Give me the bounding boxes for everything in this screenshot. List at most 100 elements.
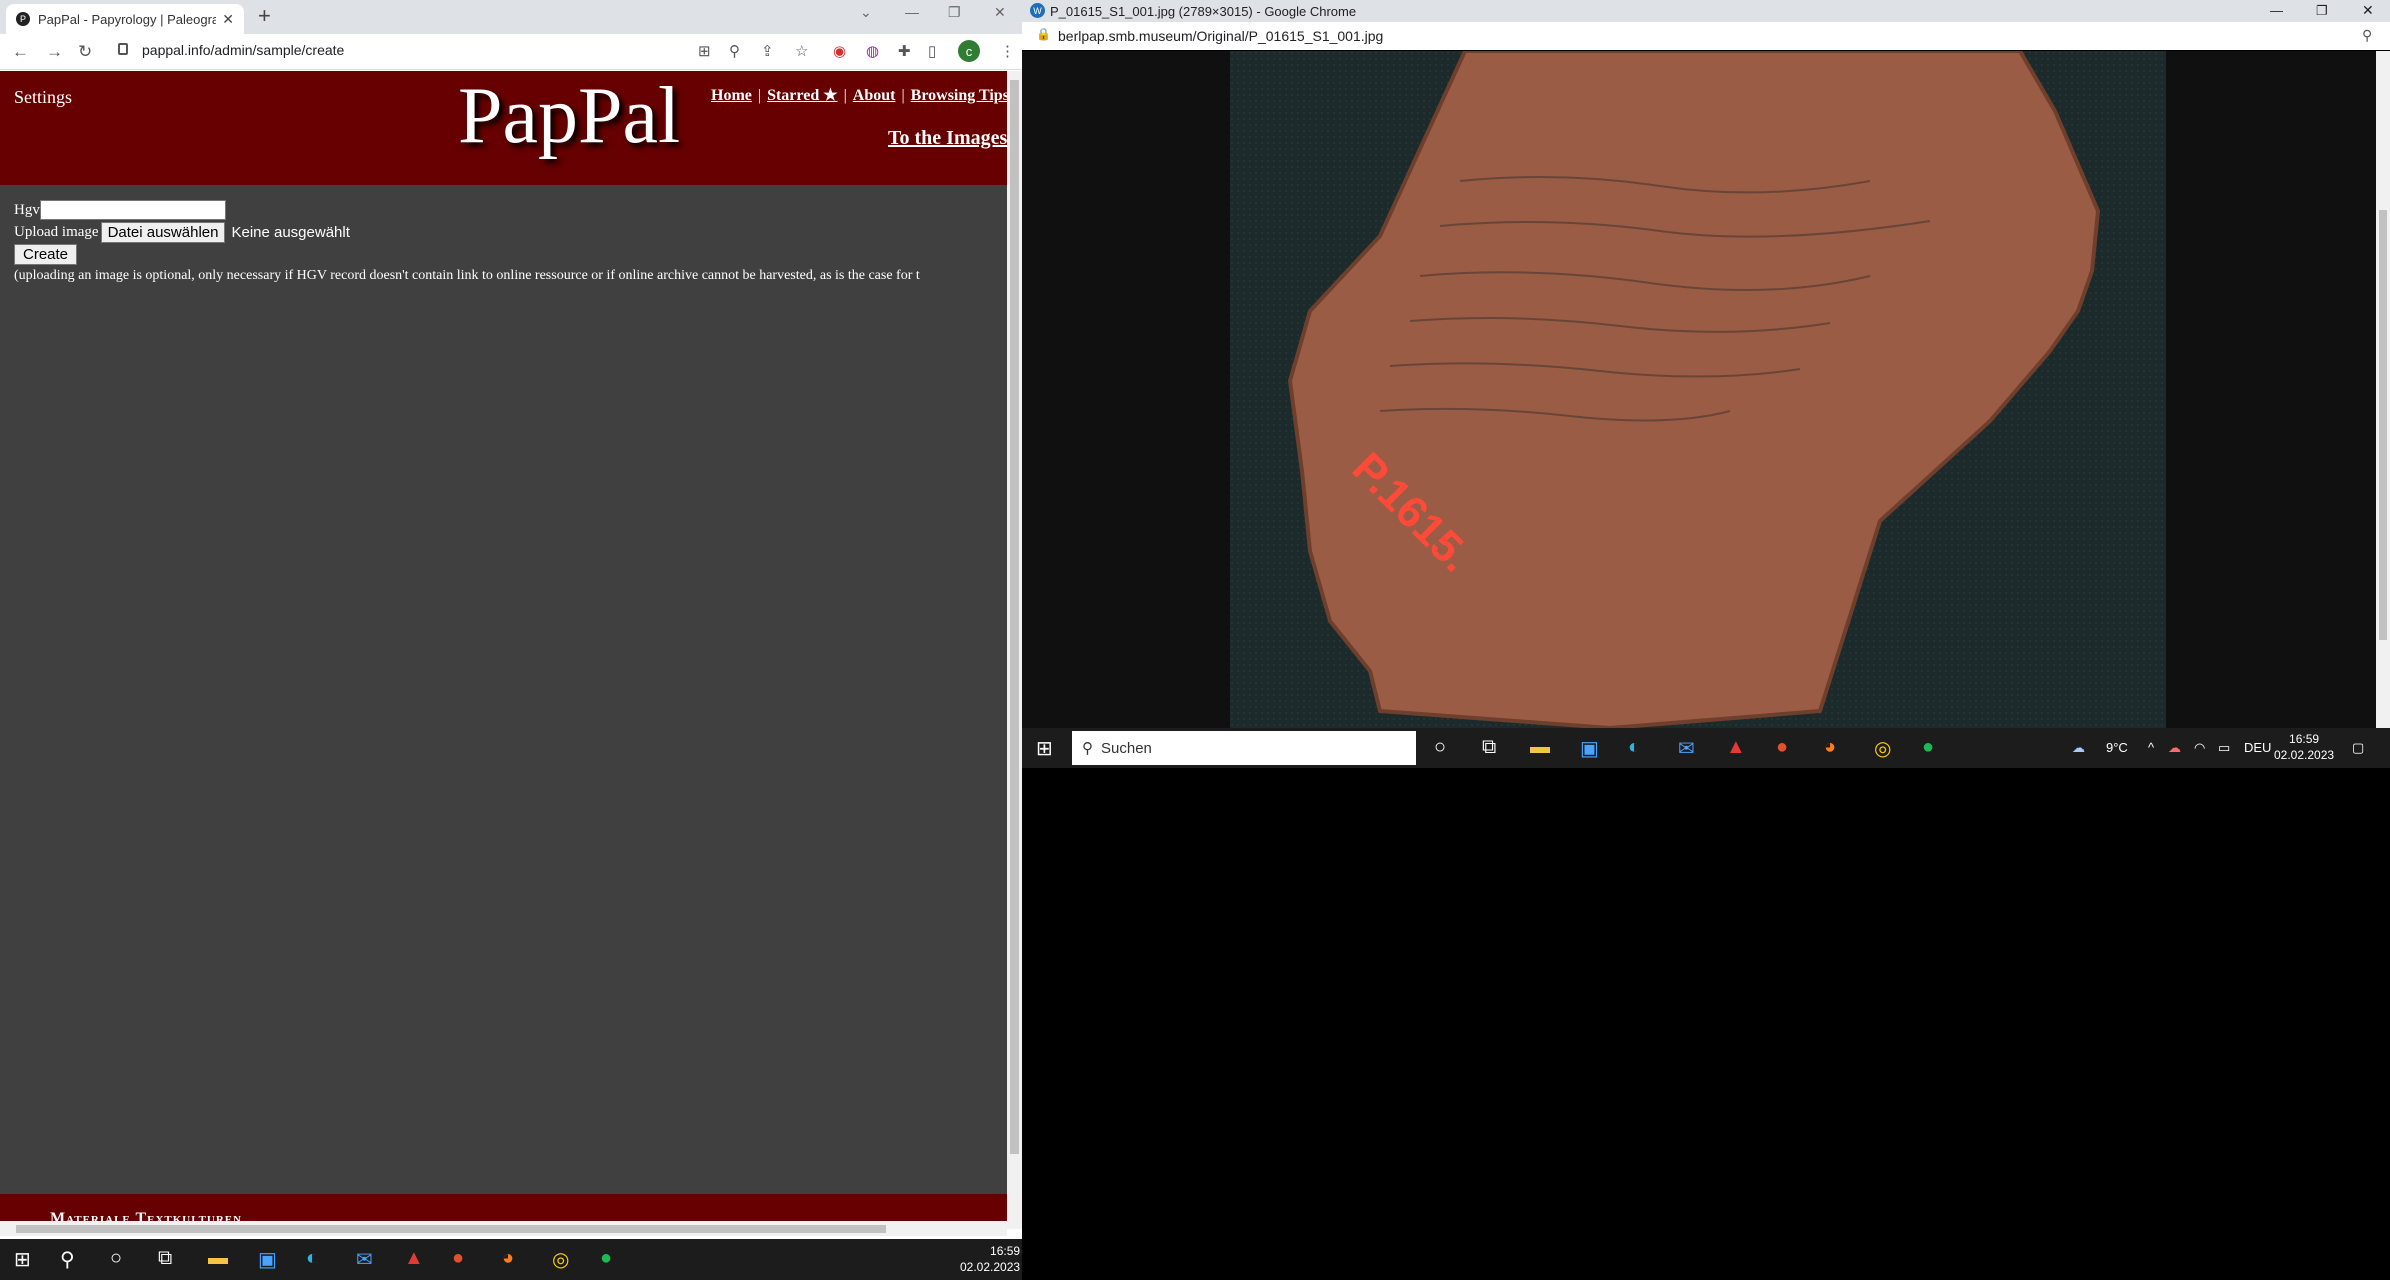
mail-icon[interactable]: ✉ [1678, 736, 1695, 761]
right-title-bar: W P_01615_S1_001.jpg (2789×3015) - Googl… [1022, 0, 2390, 22]
taskbar-search[interactable]: ⚲ Suchen [1072, 731, 1416, 765]
wifi-icon[interactable]: ◠ [2194, 740, 2205, 756]
weather-icon[interactable]: ☁ [2072, 740, 2085, 756]
powerpoint-icon[interactable]: ● [452, 1247, 464, 1270]
nav-home[interactable]: Home [711, 87, 752, 104]
windows-start-icon[interactable]: ⊞ [1036, 736, 1053, 761]
papyrus-photo[interactable]: P.1615. [1230, 49, 2166, 731]
tray-expand-icon[interactable]: ^ [2148, 740, 2154, 755]
mail-icon[interactable]: ✉ [356, 1247, 373, 1272]
search-icon[interactable]: ⚲ [60, 1247, 75, 1272]
sidepanel-icon[interactable]: ▯ [928, 42, 936, 60]
hgv-label: Hgv [14, 201, 40, 218]
firefox-icon[interactable]: ◕ [502, 1247, 514, 1270]
lock-icon: 🔒 [1036, 27, 1051, 41]
right-scroll-thumb[interactable] [2379, 210, 2387, 640]
settings-link[interactable]: Settings [14, 87, 72, 108]
clock-date: 02.02.2023 [960, 1260, 1021, 1274]
minimize-icon[interactable]: — [2270, 3, 2283, 18]
menu-icon[interactable]: ⋮ [1000, 42, 1015, 60]
site-logo[interactable]: PapPal [458, 71, 680, 162]
spotify-icon[interactable]: ● [1922, 736, 1934, 759]
close-tab-icon[interactable]: ✕ [222, 11, 234, 28]
upload-note: (uploading an image is optional, only ne… [14, 268, 920, 283]
onedrive-icon[interactable]: ☁ [2168, 740, 2181, 756]
search-placeholder: Suchen [1101, 739, 1152, 757]
reload-icon[interactable]: ↻ [78, 42, 92, 62]
profile-avatar[interactable]: c [958, 40, 980, 62]
edge-icon[interactable]: ◐ [306, 1247, 318, 1270]
share-icon[interactable]: ⇪ [761, 42, 774, 60]
clock[interactable]: 16:59 02.02.2023 [960, 1243, 1020, 1275]
zoom-icon[interactable]: ⚲ [729, 42, 740, 60]
taskbar-right: ⊞ ⚲ Suchen ○ ⧉ ▬ ▣ ◐ ✉ ▲ ● ◕ ◎ ● ☁ 9°C ^… [1022, 728, 2390, 768]
nav-browsing-tips[interactable]: Browsing Tips [911, 87, 1007, 104]
address-bar[interactable]: pappal.info/admin/sample/create [142, 42, 344, 58]
create-button[interactable]: Create [14, 243, 78, 265]
bookmark-star-icon[interactable]: ☆ [795, 42, 808, 60]
nav-about[interactable]: About [853, 87, 896, 104]
cortana-icon[interactable]: ○ [1434, 736, 1446, 759]
taskbar-left: ⊞ ⚲ ○ ⧉ ▬ ▣ ◐ ✉ ▲ ● ◕ ◎ ● 16:59 02.02.20… [0, 1239, 1022, 1280]
new-tab-button[interactable]: + [258, 3, 271, 29]
restore-icon[interactable]: ❐ [2316, 3, 2328, 19]
store-icon[interactable]: ▣ [1580, 736, 1599, 761]
close-window-icon[interactable]: ✕ [2362, 2, 2374, 19]
site-header: Settings PapPal Home | Starred ★ | About | Bro… [0, 71, 1007, 185]
clock-time: 16:59 [2289, 732, 2320, 746]
chrome-icon[interactable]: ◎ [1874, 736, 1891, 761]
right-browser-window: W P_01615_S1_001.jpg (2789×3015) - Googl… [1022, 0, 2390, 1280]
clock[interactable]: 16:59 02.02.2023 [2274, 731, 2334, 763]
firefox-icon[interactable]: ◕ [1824, 736, 1836, 759]
tab-title: PapPal - Papyrology | Paleograph [38, 11, 217, 27]
zoom-icon[interactable]: ⚲ [2362, 27, 2372, 44]
lock-icon [118, 43, 128, 55]
pappal-page: Settings PapPal Home | Starred ★ | About | Bro… [0, 71, 1007, 1229]
window-title: P_01615_S1_001.jpg (2789×3015) - Google … [1050, 4, 1357, 19]
tab-search-icon[interactable]: ⌄ [860, 4, 872, 21]
pappal-favicon-icon: P [16, 12, 30, 26]
acrobat-icon[interactable]: ▲ [1726, 736, 1746, 759]
task-view-icon[interactable]: ⧉ [158, 1247, 172, 1270]
weather-temp[interactable]: 9°C [2106, 740, 2128, 755]
back-icon[interactable]: ← [12, 42, 29, 62]
no-file-text: Keine ausgewählt [231, 223, 350, 241]
extension-icon[interactable]: ◉ [833, 42, 846, 60]
horizontal-scroll-thumb[interactable] [16, 1225, 886, 1233]
ostracon-image: P.1615. [1230, 49, 2166, 731]
notification-icon[interactable]: ▢ [2352, 740, 2364, 756]
right-address-bar: 🔒 berlpap.smb.museum/Original/P_01615_S1… [1022, 22, 2390, 50]
nav-starred[interactable]: Starred ★ [767, 87, 837, 104]
hgv-input[interactable] [39, 200, 226, 220]
extension-icon[interactable]: ◍ [866, 42, 879, 60]
battery-icon[interactable]: ▭ [2218, 740, 2230, 756]
site-nav: Home|Starred ★|About|Browsing Tips|C [711, 87, 1007, 104]
edge-icon[interactable]: ◐ [1628, 736, 1640, 759]
search-icon: ⚲ [1082, 740, 1093, 757]
choose-file-button[interactable]: Datei auswählen [100, 221, 226, 243]
acrobat-icon[interactable]: ▲ [404, 1247, 424, 1270]
spotify-icon[interactable]: ● [600, 1247, 612, 1270]
windows-start-icon[interactable]: ⊞ [14, 1247, 31, 1272]
tab-pappal[interactable]: P PapPal - Papyrology | Paleograph ✕ [6, 4, 244, 34]
close-window-icon[interactable]: ✕ [994, 4, 1006, 21]
minimize-icon[interactable]: — [905, 4, 919, 20]
task-view-icon[interactable]: ⧉ [1482, 736, 1496, 759]
cortana-icon[interactable]: ○ [110, 1247, 122, 1270]
file-explorer-icon[interactable]: ▬ [1530, 736, 1550, 759]
vertical-scroll-thumb[interactable] [1010, 80, 1019, 1154]
extensions-puzzle-icon[interactable]: ✚ [898, 42, 911, 60]
file-explorer-icon[interactable]: ▬ [208, 1247, 228, 1270]
powerpoint-icon[interactable]: ● [1776, 736, 1788, 759]
tab-strip: P PapPal - Papyrology | Paleograph ✕ + ⌄… [0, 0, 1022, 34]
to-images-link[interactable]: To the Images ... [888, 127, 1007, 150]
language-indicator[interactable]: DEU [2244, 740, 2271, 755]
clock-time: 16:59 [990, 1244, 1021, 1258]
forward-icon[interactable]: → [46, 42, 63, 62]
chrome-icon[interactable]: ◎ [552, 1247, 569, 1272]
restore-icon[interactable]: ❐ [948, 4, 961, 21]
upload-label: Upload image [14, 223, 99, 240]
translate-icon[interactable]: ⊞ [698, 42, 711, 60]
store-icon[interactable]: ▣ [258, 1247, 277, 1272]
address-text[interactable]: berlpap.smb.museum/Original/P_01615_S1_0… [1058, 28, 1383, 44]
